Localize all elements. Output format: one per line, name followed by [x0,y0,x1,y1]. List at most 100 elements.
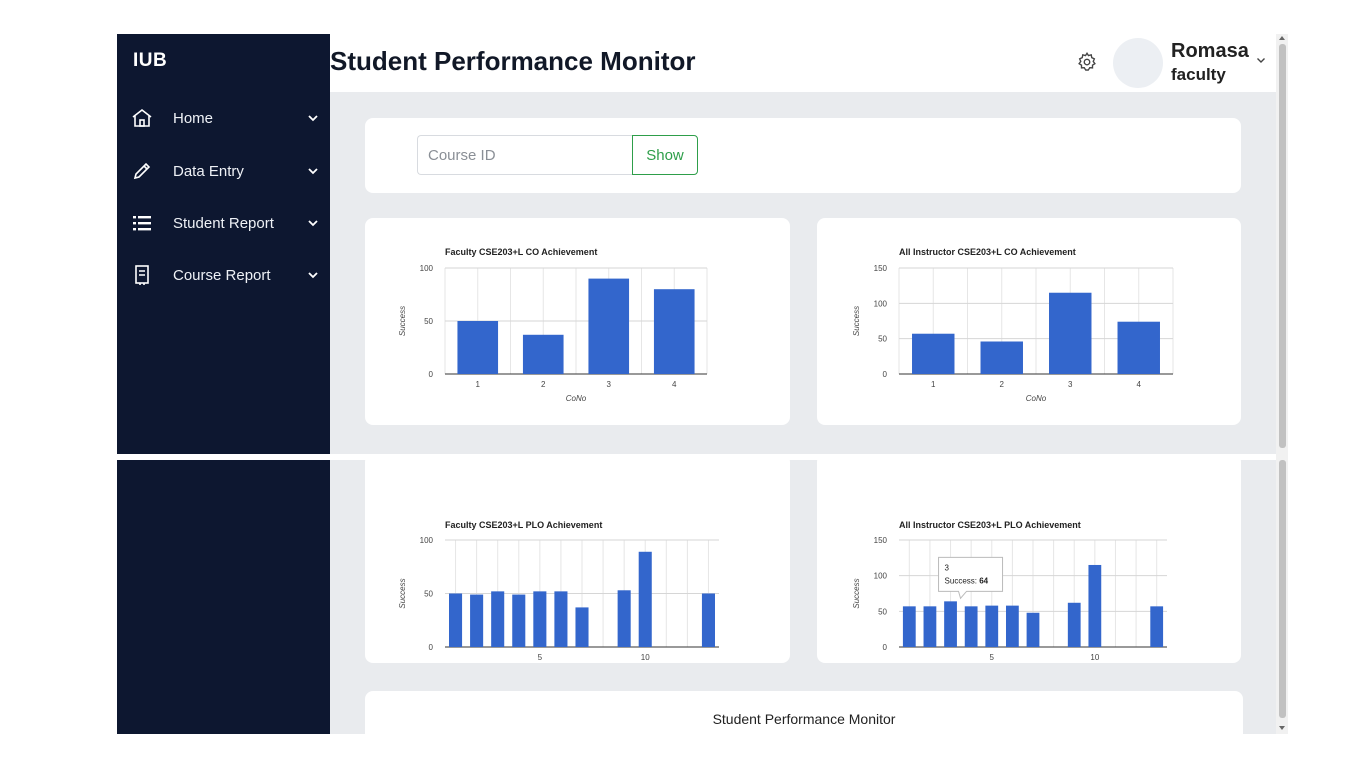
tooltip-value-line: Success: 64 [945,576,989,585]
bar [533,591,547,647]
pencil-icon [130,159,154,183]
gear-icon[interactable] [1076,51,1098,73]
x-tick-label: 1 [476,380,481,389]
y-axis-label: Success [852,306,861,336]
x-axis-label: CoNo [1026,394,1047,403]
chevron-down-icon [308,220,318,227]
bar [588,278,630,374]
user-role: faculty [1171,65,1226,84]
sidebar-item-data-entry[interactable]: Data Entry [117,151,330,191]
x-tick-label: 2 [541,380,546,389]
y-axis-label: Success [398,306,407,336]
chart-title: Faculty CSE203+L CO Achievement [445,247,597,257]
bar [522,334,564,374]
footer-title: Student Performance Monitor [712,711,896,727]
bar [1005,605,1019,647]
bar [470,594,484,647]
bar [985,605,999,647]
divider [117,454,1288,460]
bar [980,341,1023,374]
footer-card: Student Performance Monitor [365,691,1243,734]
course-id-input[interactable] [417,135,632,175]
app-window: IUB Home Data Entry Student Report Cours… [117,34,1288,734]
chart-card: All Instructor CSE203+L PLO Achievement 0… [817,454,1241,676]
avatar[interactable] [1113,38,1163,88]
scrollbar-thumb[interactable] [1279,460,1286,718]
chart-title: All Instructor CSE203+L CO Achievement [899,247,1076,257]
scroll-up-icon[interactable] [1279,36,1285,40]
scrollbar[interactable] [1276,34,1288,734]
plo-achievement-chart-faculty: Faculty CSE203+L PLO Achievement 0 50 100 5 1… [398,520,719,676]
co-achievement-chart-faculty: Faculty CSE203+L CO Achievement 0 50 100 1 2 3… [398,247,708,403]
list-icon [130,211,154,235]
sidebar-item-label: Student Report [173,214,274,232]
bar [912,333,955,374]
bar [512,594,526,647]
top-bar: Student Performance Monitor Romasa facul… [330,34,1276,92]
bar [554,591,568,647]
tooltip-label: Success: [945,576,980,585]
bar [491,591,505,647]
bar [449,593,463,647]
chevron-down-icon [308,168,318,175]
x-tick-label: 3 [607,380,612,389]
bar [964,606,978,647]
y-tick-label: 50 [424,317,433,326]
sidebar: IUB Home Data Entry Student Report Cours… [117,34,330,734]
chart-tooltip: 3 Success: 64 [938,556,1004,600]
sidebar-item-course-report[interactable]: Course Report [117,255,330,295]
chart-card: All Instructor CSE203+L CO Achievement 0 5… [817,218,1241,425]
tooltip-value: 64 [979,576,988,585]
y-tick-label: 0 [429,643,434,652]
tooltip-category: 3 [945,563,950,572]
chart-title: Faculty CSE203+L PLO Achievement [445,520,602,530]
chevron-down-icon[interactable] [1255,54,1267,66]
x-tick-label: 5 [990,653,995,662]
sidebar-item-home[interactable]: Home [117,98,330,138]
page-title: Student Performance Monitor [330,46,696,76]
y-tick-label: 150 [874,536,888,545]
bar [575,607,589,647]
sidebar-item-student-report[interactable]: Student Report [117,203,330,243]
y-tick-label: 0 [429,370,434,379]
sidebar-item-label: Data Entry [173,162,244,180]
show-button[interactable]: Show [632,135,698,175]
x-tick-label: 10 [1090,653,1099,662]
y-tick-label: 100 [874,299,888,308]
bar [1117,321,1160,374]
sidebar-item-label: Home [173,109,214,127]
bar [617,590,631,647]
bar [1026,612,1040,647]
x-tick-label: 10 [641,653,650,662]
bar [638,551,652,647]
chevron-down-icon [308,272,318,279]
bar [701,593,715,647]
user-name: Romasa [1171,40,1249,62]
y-tick-label: 0 [883,643,888,652]
scrollbar-thumb[interactable] [1279,44,1286,448]
bar [1049,292,1092,374]
co-achievement-chart-all: All Instructor CSE203+L CO Achievement 0 5… [852,247,1174,403]
bar [653,289,695,374]
brand-logo[interactable]: IUB [133,50,167,72]
chart-title: All Instructor CSE203+L PLO Achievement [899,520,1081,530]
y-tick-label: 150 [874,264,888,273]
bar [457,321,499,374]
x-tick-label: 3 [1068,380,1073,389]
x-tick-label: 4 [1137,380,1142,389]
x-tick-label: 5 [538,653,543,662]
y-tick-label: 100 [874,572,888,581]
x-tick-label: 2 [1000,380,1005,389]
bar [902,606,916,647]
y-axis-label: Success [398,578,407,608]
y-tick-label: 0 [883,370,888,379]
bar [944,601,957,647]
scroll-down-icon[interactable] [1279,726,1285,730]
x-tick-label: 1 [931,380,936,389]
y-tick-label: 50 [424,590,433,599]
bar [1088,564,1102,647]
plo-achievement-chart-all: All Instructor CSE203+L PLO Achievement 0… [852,520,1167,676]
search-card: Show [365,118,1241,193]
x-axis-label: CoNo [566,394,587,403]
chart-card: Faculty CSE203+L CO Achievement 0 50 100 1 2 3… [365,218,790,425]
